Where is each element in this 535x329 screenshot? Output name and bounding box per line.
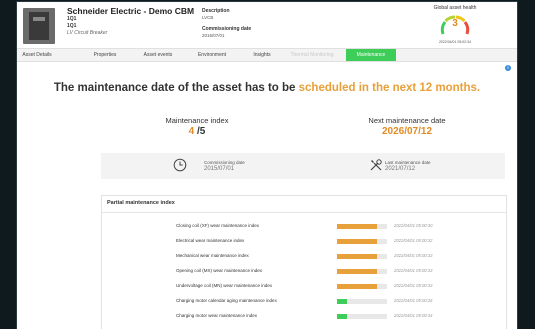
row-timestamp: 2022/04/01 05:00:34 bbox=[394, 313, 433, 318]
maintenance-headline: The maintenance date of the asset has to… bbox=[17, 82, 517, 94]
table-row: Electrical wear maintenance index 2022/04… bbox=[102, 235, 506, 249]
table-row: Closing coil (XF) wear maintenance index… bbox=[102, 220, 506, 234]
row-level-bar bbox=[337, 254, 387, 259]
row-level-bar bbox=[337, 299, 387, 304]
tab-maintenance[interactable]: Maintenance bbox=[346, 49, 396, 61]
asset-thumbnail bbox=[23, 8, 55, 44]
tools-icon bbox=[370, 159, 382, 171]
row-level-bar bbox=[337, 269, 387, 274]
last-maintenance-label: Last maintenance date bbox=[385, 160, 431, 165]
row-timestamp: 2022/04/01 05:00:32 bbox=[394, 238, 433, 243]
partial-panel-title: Partial maintenance index bbox=[107, 200, 175, 206]
table-row: Charging motor calendar aging maintenanc… bbox=[102, 295, 506, 309]
maintenance-index-value: 4 /5 bbox=[147, 126, 247, 137]
tab-asset-events[interactable]: Asset events bbox=[135, 49, 181, 61]
headline-prefix: The maintenance date of the asset has to… bbox=[53, 82, 299, 94]
row-level-bar bbox=[337, 284, 387, 289]
description-label: Description bbox=[202, 8, 230, 14]
row-label: Electrical wear maintenance index bbox=[176, 238, 245, 243]
asset-header: Schneider Electric - Demo CBM 1Q1 1Q1 LV… bbox=[17, 2, 517, 48]
table-row: Undervoltage coil (MN) wear maintenance … bbox=[102, 280, 506, 294]
maintenance-index-max: /5 bbox=[194, 126, 206, 137]
description-value: LVCB bbox=[202, 15, 214, 20]
clock-icon bbox=[173, 158, 187, 172]
row-label: Closing coil (XF) wear maintenance index bbox=[176, 223, 260, 228]
row-level-fill bbox=[337, 299, 347, 304]
row-timestamp: 2022/04/01 05:00:33 bbox=[394, 283, 433, 288]
info-icon[interactable]: i bbox=[505, 65, 511, 71]
row-level-fill bbox=[337, 269, 377, 274]
row-level-fill bbox=[337, 284, 377, 289]
row-timestamp: 2022/04/01 05:00:30 bbox=[394, 223, 433, 228]
table-row: Opening coil (MX) wear maintenance index… bbox=[102, 265, 506, 279]
row-level-fill bbox=[337, 224, 377, 229]
commissioning-label: Commissioning date bbox=[204, 160, 245, 165]
asset-title: Schneider Electric - Demo CBM bbox=[67, 6, 195, 16]
row-level-bar bbox=[337, 224, 387, 229]
table-row: Charging motor wear maintenance index 202… bbox=[102, 310, 506, 324]
tab-environment[interactable]: Environment bbox=[189, 49, 235, 61]
row-timestamp: 2022/04/01 05:00:33 bbox=[394, 253, 433, 258]
row-level-bar bbox=[337, 239, 387, 244]
dates-band: Commissioning date 2015/07/01 Last maint… bbox=[101, 153, 505, 179]
asset-sub-2: 1Q1 bbox=[67, 23, 77, 29]
row-timestamp: 2022/04/01 05:00:26 bbox=[394, 298, 433, 303]
row-label: Charging motor wear maintenance index bbox=[176, 313, 258, 318]
row-label: Mechanical wear maintenance index bbox=[176, 253, 249, 258]
tab-bar: Asset Details Properties Asset events En… bbox=[17, 48, 517, 62]
row-timestamp: 2022/04/01 05:00:33 bbox=[394, 268, 433, 273]
tab-properties[interactable]: Properties bbox=[85, 49, 125, 61]
tab-thermal-monitoring: Thermal Monitoring bbox=[290, 52, 334, 58]
header-commissioning-value: 2015/07/01 bbox=[202, 33, 225, 38]
commissioning-value: 2015/07/01 bbox=[204, 166, 235, 172]
row-level-fill bbox=[337, 254, 377, 259]
next-maintenance-value: 2026/07/12 bbox=[381, 126, 433, 137]
header-commissioning-label: Commissioning date bbox=[202, 26, 252, 32]
maintenance-index-label: Maintenance index bbox=[165, 116, 229, 125]
tab-asset-details[interactable]: Asset Details bbox=[17, 49, 57, 61]
tab-insights[interactable]: Insights bbox=[242, 49, 282, 61]
health-value: 3 bbox=[452, 18, 458, 29]
row-level-fill bbox=[337, 314, 347, 319]
panel-divider bbox=[102, 212, 506, 213]
table-row: Mechanical wear maintenance index 2022/04… bbox=[102, 250, 506, 264]
row-level-fill bbox=[337, 239, 377, 244]
asset-app: Schneider Electric - Demo CBM 1Q1 1Q1 LV… bbox=[17, 2, 517, 329]
row-label: Undervoltage coil (MN) wear maintenance … bbox=[176, 283, 273, 288]
asset-type: LV Circuit Breaker bbox=[67, 30, 108, 36]
last-maintenance-value: 2021/07/12 bbox=[385, 166, 416, 172]
health-title: Global asset health bbox=[433, 5, 477, 11]
next-maintenance-label: Next maintenance date bbox=[368, 116, 446, 125]
row-label: Opening coil (MX) wear maintenance index bbox=[176, 268, 263, 273]
asset-sub-1: 1Q1 bbox=[67, 16, 77, 22]
row-level-bar bbox=[337, 314, 387, 319]
health-date: 2022/04/01 05:02:34 bbox=[438, 40, 472, 44]
partial-maintenance-panel: Partial maintenance index Closing coil (… bbox=[101, 195, 507, 329]
row-label: Charging motor calendar aging maintenanc… bbox=[176, 298, 277, 303]
headline-highlight: scheduled in the next 12 months. bbox=[298, 82, 481, 94]
